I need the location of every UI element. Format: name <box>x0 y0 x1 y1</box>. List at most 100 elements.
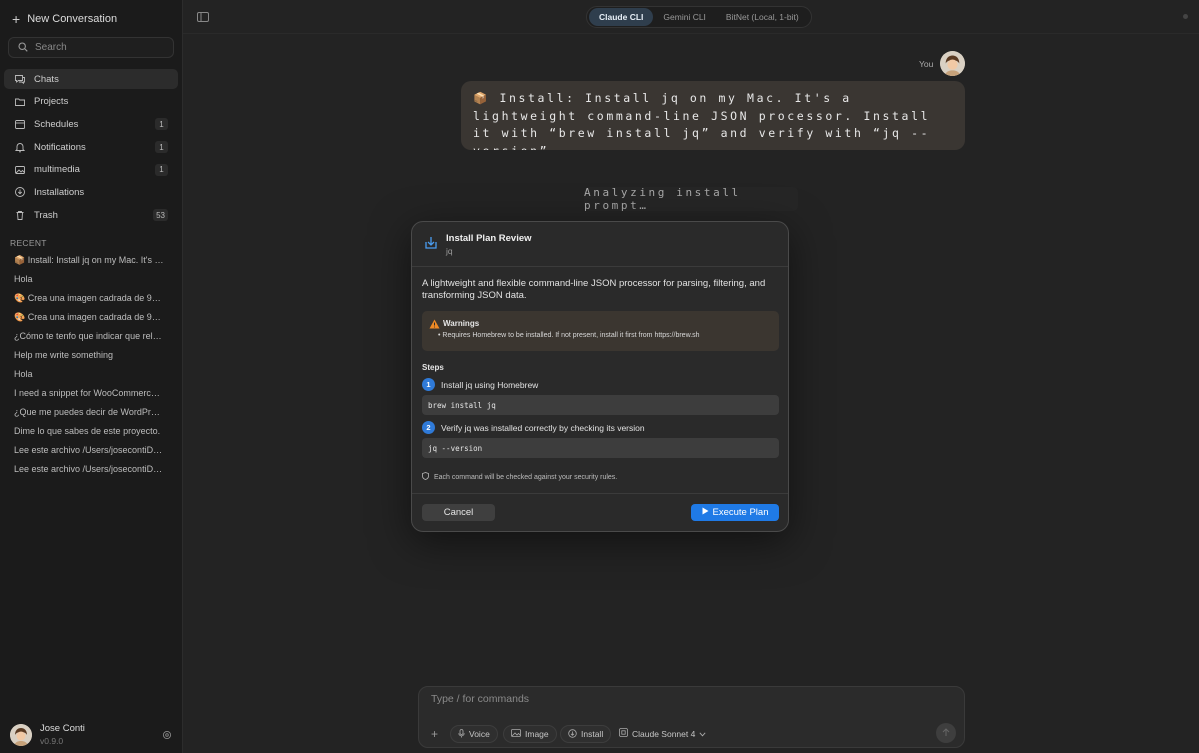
search-input[interactable] <box>35 42 165 53</box>
download-icon <box>423 235 439 254</box>
dialog-title: Install Plan Review <box>446 233 532 244</box>
list-item[interactable]: Hola <box>14 367 164 386</box>
new-conversation-button[interactable]: + New Conversation <box>12 11 117 27</box>
sidebar-item-label: Trash <box>34 209 58 221</box>
model-tab-bar: Claude CLI Gemini CLI BitNet (Local, 1-b… <box>586 6 812 28</box>
warning-item: • Requires Homebrew to be installed. If … <box>438 332 700 339</box>
list-item[interactable]: Lee este archivo /Users/josecontiDesktop <box>14 443 164 462</box>
status-message: Analyzing install prompt… <box>584 186 798 212</box>
new-conversation-label: New Conversation <box>27 13 118 25</box>
installations-icon <box>14 186 26 198</box>
list-item[interactable]: Dime lo que sabes de este proyecto. <box>14 424 164 443</box>
step-label: Verify jq was installed correctly by che… <box>441 423 645 433</box>
sidebar-item-label: Chats <box>34 73 59 85</box>
package-name: jq <box>446 246 453 256</box>
app-version: v0.9.0 <box>40 736 64 746</box>
image-label: Image <box>525 729 549 739</box>
status-dot <box>1183 14 1188 19</box>
install-icon <box>568 728 577 740</box>
model-selector-label: Claude Sonnet 4 <box>632 728 696 739</box>
image-button[interactable]: Image <box>503 725 557 743</box>
command-block: jq --version <box>422 438 779 458</box>
list-item[interactable]: 🎨 Crea una imagen cadrada de 900x900 <box>14 310 164 329</box>
mic-icon <box>458 728 465 740</box>
user-name: Jose Conti <box>40 723 85 734</box>
list-item[interactable]: Lee este archivo /Users/josecontiDesktop <box>14 462 164 481</box>
voice-label: Voice <box>469 729 490 739</box>
list-item[interactable]: Help me write something <box>14 348 164 367</box>
package-description: A lightweight and flexible command-line … <box>422 278 766 301</box>
sender-label: You <box>919 59 934 69</box>
sidebar-item-label: multimedia <box>34 164 80 176</box>
sidebar-item-trash[interactable]: Trash 53 <box>4 205 178 225</box>
list-item[interactable]: ¿Cómo te tenfo que indicar que relacione… <box>14 329 164 348</box>
warning-text: Requires Homebrew to be installed. If no… <box>442 332 700 339</box>
message-composer: + Voice Image Install Claude Sonnet 4 <box>418 686 965 748</box>
sidebar-item-multimedia[interactable]: multimedia 1 <box>4 160 178 180</box>
image-icon <box>14 164 26 176</box>
image-icon <box>511 729 521 739</box>
dialog-footer-divider <box>412 493 788 494</box>
sidebar-item-label: Schedules <box>34 118 79 130</box>
message-input[interactable] <box>431 693 931 709</box>
warnings-panel: Warnings • Requires Homebrew to be insta… <box>422 311 779 351</box>
warnings-title: Warnings <box>443 319 480 328</box>
recent-heading: RECENT <box>10 238 47 248</box>
execute-plan-label: Execute Plan <box>712 507 769 518</box>
execute-plan-button[interactable]: Execute Plan <box>691 504 779 521</box>
list-item[interactable]: Hola <box>14 272 164 291</box>
folder-icon <box>14 96 26 108</box>
step-number: 2 <box>422 421 435 434</box>
sidebar-item-label: Installations <box>34 186 85 198</box>
recent-list: 📦 Install: Install jq on my Mac. It's a … <box>14 253 164 481</box>
install-button[interactable]: Install <box>560 725 612 743</box>
list-item[interactable]: 📦 Install: Install jq on my Mac. It's a … <box>14 253 164 272</box>
user-profile[interactable]: Jose Conti v0.9.0 <box>10 723 85 746</box>
tab-bitnet[interactable]: BitNet (Local, 1-bit) <box>716 8 809 26</box>
list-item[interactable]: 🎨 Crea una imagen cadrada de 900x900 <box>14 291 164 310</box>
send-button[interactable] <box>936 723 956 743</box>
sidebar-item-notifications[interactable]: Notifications 1 <box>4 137 178 157</box>
command-block: brew install jq <box>422 395 779 415</box>
bell-icon <box>14 141 26 153</box>
search-box[interactable] <box>8 37 174 58</box>
notifications-count-badge: 1 <box>155 141 168 154</box>
avatar <box>10 723 32 746</box>
sidebar-item-chats[interactable]: Chats <box>4 69 178 89</box>
sidebar-item-schedules[interactable]: Schedules 1 <box>4 114 178 134</box>
chat-icon <box>14 73 26 85</box>
search-icon <box>18 41 28 55</box>
install-plan-dialog: Install Plan Review jq A lightweight and… <box>411 221 789 532</box>
sidebar: + New Conversation Chats Projects Schedu… <box>0 0 183 753</box>
tab-claude-cli[interactable]: Claude CLI <box>589 8 654 26</box>
sidebar-item-label: Projects <box>34 96 69 108</box>
sidebar-toggle-icon[interactable] <box>197 11 209 25</box>
model-selector[interactable]: Claude Sonnet 4 <box>619 728 706 739</box>
plus-icon[interactable]: + <box>431 727 438 741</box>
chevron-down-icon <box>699 729 706 739</box>
sidebar-item-projects[interactable]: Projects <box>4 92 178 112</box>
security-note-text: Each command will be checked against you… <box>434 473 618 481</box>
tab-gemini-cli[interactable]: Gemini CLI <box>653 8 716 26</box>
play-icon <box>702 507 709 518</box>
user-message: 📦 Install: Install jq on my Mac. It's a … <box>461 81 965 150</box>
model-icon <box>619 728 628 739</box>
step-number: 1 <box>422 378 435 391</box>
list-item[interactable]: ¿Que me puedes decir de WordPress? <box>14 405 164 424</box>
schedules-count-badge: 1 <box>155 118 168 131</box>
settings-icon[interactable] <box>162 729 172 743</box>
install-label: Install <box>581 729 604 739</box>
send-icon <box>942 726 950 740</box>
plus-icon: + <box>12 11 21 27</box>
shield-icon <box>422 472 429 482</box>
security-note: Each command will be checked against you… <box>422 472 617 482</box>
avatar <box>940 51 965 76</box>
cancel-button[interactable]: Cancel <box>422 504 495 521</box>
list-item[interactable]: I need a snippet for WooCommerce to <box>14 386 164 405</box>
steps-title: Steps <box>422 363 444 372</box>
multimedia-count-badge: 1 <box>155 163 168 176</box>
voice-button[interactable]: Voice <box>450 725 498 743</box>
warning-icon <box>429 318 440 332</box>
sidebar-item-installations[interactable]: Installations <box>4 182 178 202</box>
trash-count-badge: 53 <box>153 209 168 222</box>
